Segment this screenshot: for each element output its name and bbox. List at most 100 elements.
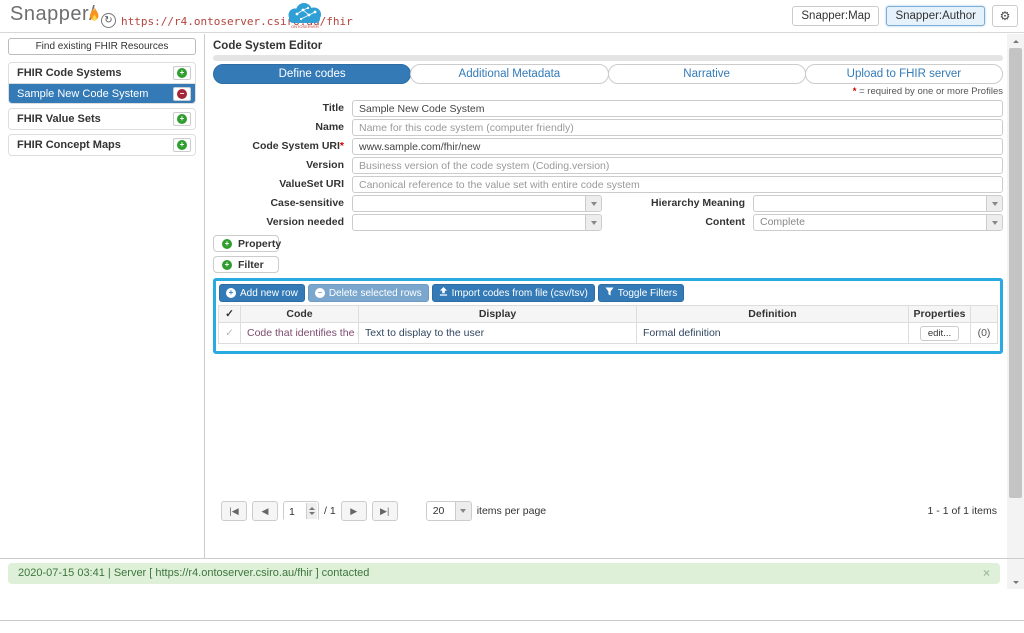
code-system-uri-input[interactable] [352,138,1003,155]
add-filter-button[interactable]: + Filter [213,256,279,273]
name-label: Name [213,119,344,136]
display-cell[interactable]: Text to display to the user [359,323,637,344]
import-codes-button[interactable]: Import codes from file (csv/tsv) [432,284,595,302]
toggle-filters-button[interactable]: Toggle Filters [598,284,684,302]
close-icon[interactable]: × [983,563,990,584]
code-systems-group: FHIR Code Systems + Sample New Code Syst… [8,62,196,104]
add-code-system-button[interactable]: + [173,66,191,80]
required-note-text: = required by one or more Profiles [859,86,1003,97]
codes-table: ✓ Code Display Definition Properties ✓ C… [218,305,998,344]
sidebar-item-fhir-concept-maps[interactable]: FHIR Concept Maps + [9,135,195,155]
definition-column-header[interactable]: Definition [637,306,909,323]
extra-column-header [971,306,998,323]
definition-cell[interactable]: Formal definition [637,323,909,344]
row-checkbox[interactable]: ✓ [219,323,241,344]
tab-narrative[interactable]: Narrative [608,64,806,84]
code-system-uri-label: Code System URI* [213,138,344,155]
properties-column-header[interactable]: Properties [909,306,971,323]
content-select[interactable]: Complete [753,214,1003,231]
add-value-set-button[interactable]: + [173,112,191,126]
next-page-button[interactable]: ▶ [341,501,367,521]
chevron-down-icon [986,196,1002,211]
grid-toolbar: + Add new row − Delete selected rows Imp… [218,283,998,305]
minus-icon: − [315,288,325,298]
valueset-uri-input[interactable] [352,176,1003,193]
minus-icon: − [177,89,187,99]
items-per-page-select[interactable]: 20 [426,501,472,521]
table-row: ✓ Code that identifies the con... Text t… [219,323,998,344]
plus-icon: + [222,239,232,249]
add-concept-map-button[interactable]: + [173,138,191,152]
content-bottom-divider [0,558,1024,559]
code-system-form: Title Name Code System URI* Version Valu… [213,100,1003,231]
required-star: * [340,140,344,152]
page-count-label: / 1 [324,505,336,517]
name-input[interactable] [352,119,1003,136]
snapper-map-button[interactable]: Snapper:Map [792,6,879,26]
tab-define-codes[interactable]: Define codes [213,64,411,84]
header-actions: Snapper:Map Snapper:Author ⚙ [792,5,1018,27]
table-header-row: ✓ Code Display Definition Properties [219,306,998,323]
tab-upload-to-fhir-server[interactable]: Upload to FHIR server [805,64,1003,84]
code-cell[interactable]: Code that identifies the con... [241,323,359,344]
chevron-down-icon [585,215,601,230]
tab-additional-metadata[interactable]: Additional Metadata [410,64,608,84]
select-all-checkbox[interactable]: ✓ [219,306,241,323]
sidebar-divider [204,34,205,558]
flame-icon [88,6,101,30]
scrollbar-thumb[interactable] [1009,48,1022,498]
panel-divider-strip [213,55,1003,61]
code-column-header[interactable]: Code [241,306,359,323]
case-sensitive-select[interactable] [352,195,602,212]
previous-page-button[interactable]: ◀ [252,501,278,521]
edit-properties-button[interactable]: edit... [920,326,959,341]
hierarchy-meaning-select[interactable] [753,195,1003,212]
panel-title: Code System Editor [213,40,1003,53]
version-input[interactable] [352,157,1003,174]
first-page-button[interactable]: |◀ [221,501,247,521]
snapper-author-button[interactable]: Snapper:Author [886,6,985,26]
plus-icon: + [177,140,187,150]
chevron-down-icon [986,215,1002,230]
svg-text:ONTOSERVER: ONTOSERVER [291,24,319,29]
delete-rows-label: Delete selected rows [329,288,422,299]
sidebar-item-sample-new-code-system[interactable]: Sample New Code System − [9,83,195,103]
refresh-icon[interactable]: ↻ [101,13,116,28]
sidebar: Find existing FHIR Resources FHIR Code S… [8,38,196,160]
plus-icon: + [177,114,187,124]
editor-tabs: Define codes Additional Metadata Narrati… [213,64,1003,84]
scroll-up-icon[interactable] [1007,34,1024,48]
valueset-uri-label: ValueSet URI [213,176,344,193]
import-codes-label: Import codes from file (csv/tsv) [452,288,588,299]
gear-icon[interactable]: ⚙ [992,5,1018,27]
display-column-header[interactable]: Display [359,306,637,323]
plus-icon: + [177,68,187,78]
add-property-button[interactable]: + Property [213,235,279,252]
property-button-label: Property [238,238,281,250]
sidebar-item-label: FHIR Code Systems [17,67,173,79]
sidebar-item-fhir-value-sets[interactable]: FHIR Value Sets + [9,109,195,129]
ontoserver-logo: ONTOSERVER [284,2,326,32]
sidebar-item-label: Sample New Code System [17,88,173,100]
version-needed-select[interactable] [352,214,602,231]
add-new-row-label: Add new row [240,288,298,299]
vertical-scrollbar[interactable] [1007,34,1024,589]
remove-code-system-button[interactable]: − [173,87,191,101]
filter-funnel-icon [605,287,614,299]
sidebar-item-label: FHIR Concept Maps [17,139,173,151]
delete-selected-rows-button[interactable]: − Delete selected rows [308,284,429,302]
last-page-button[interactable]: ▶| [372,501,398,521]
chevron-down-icon [585,196,601,211]
status-bar: 2020-07-15 03:41 | Server [ https://r4.o… [8,563,1000,584]
select-value: Complete [754,215,1002,230]
title-input[interactable] [352,100,1003,117]
case-sensitive-label: Case-sensitive [213,195,344,212]
find-existing-resources-button[interactable]: Find existing FHIR Resources [8,38,196,55]
stepper-arrows-icon[interactable] [306,503,317,519]
scroll-down-icon[interactable] [1007,575,1024,589]
add-new-row-button[interactable]: + Add new row [219,284,305,302]
page-number-stepper[interactable] [283,501,319,521]
sidebar-item-fhir-code-systems[interactable]: FHIR Code Systems + [9,63,195,83]
sidebar-item-label: FHIR Value Sets [17,113,173,125]
value-sets-group: FHIR Value Sets + [8,108,196,130]
